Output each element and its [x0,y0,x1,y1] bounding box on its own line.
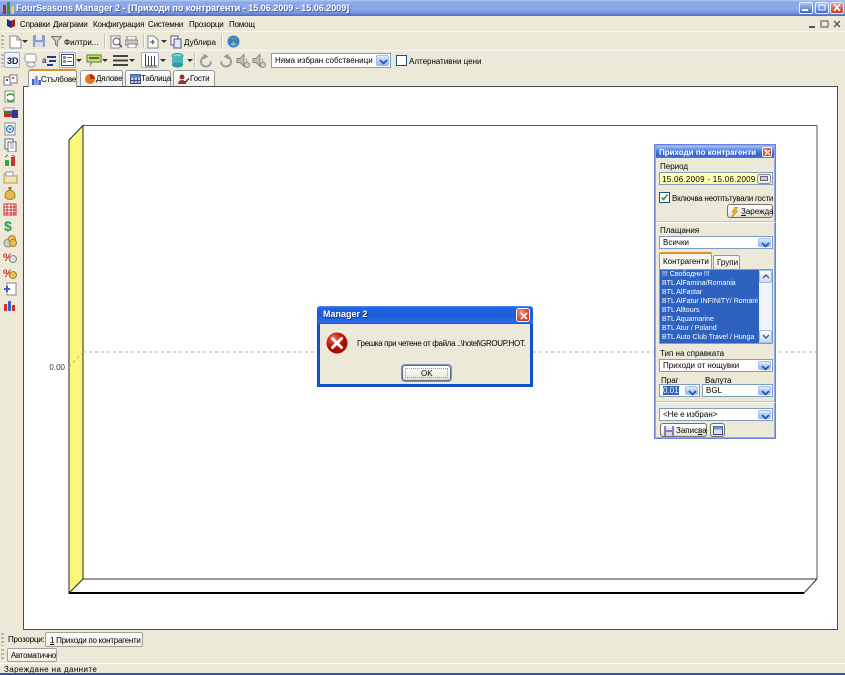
svg-text:a: a [42,56,47,65]
svg-text:$: $ [4,218,12,232]
svg-text:0.00: 0.00 [49,363,65,372]
